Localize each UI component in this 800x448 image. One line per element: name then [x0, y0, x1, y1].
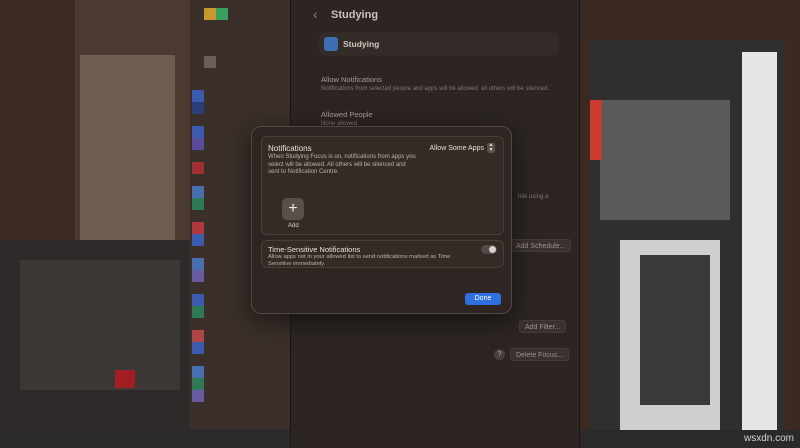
schedule-partial-text: hile using a	[518, 194, 549, 200]
window-header: ‹ Studying	[291, 0, 579, 30]
window-title: Studying	[331, 9, 379, 21]
delete-focus-button[interactable]: Delete Focus...	[510, 348, 570, 361]
notifications-description: When Studying Focus is on, notifications…	[268, 154, 416, 176]
bg-red-accent	[590, 100, 602, 160]
bg-pixel-column	[192, 90, 204, 402]
notifications-section: Notifications When Studying Focus is on,…	[261, 136, 504, 235]
allow-apps-select[interactable]: Allow Some Apps ▲ ▼	[427, 142, 497, 154]
book-icon	[324, 37, 338, 51]
bg-blur-patch	[640, 255, 710, 405]
plus-icon: +	[288, 200, 298, 217]
bg-blur-patch	[80, 55, 175, 240]
bg-red-accent	[115, 370, 135, 388]
add-app-label: Add	[288, 223, 299, 229]
bg-pixel-column	[204, 8, 216, 80]
focus-name-row[interactable]: Studying	[319, 32, 559, 56]
add-filter-button[interactable]: Add Filter...	[519, 320, 567, 333]
allowed-people-title[interactable]: Allowed People	[321, 110, 373, 119]
allow-apps-select-value: Allow Some Apps	[429, 144, 484, 152]
add-schedule-button[interactable]: Add Schedule...	[510, 239, 572, 252]
time-sensitive-section: Time-Sensitive Notifications Allow apps …	[261, 240, 504, 268]
time-sensitive-description: Allow apps not in your allowed list to s…	[268, 254, 451, 267]
allow-notifications-title: Allow Notifications	[321, 75, 382, 84]
watermark: wsxdn.com	[743, 433, 794, 444]
notifications-sheet: Notifications When Studying Focus is on,…	[251, 126, 512, 314]
time-sensitive-title: Time-Sensitive Notifications	[268, 245, 361, 254]
help-icon[interactable]: ?	[494, 349, 505, 360]
focus-name-label: Studying	[343, 39, 380, 49]
bg-blur-patch	[600, 100, 730, 220]
bg-pixel-column	[216, 8, 228, 32]
bg-blur-patch	[20, 260, 180, 390]
done-button[interactable]: Done	[465, 293, 501, 305]
up-down-chevrons-icon: ▲ ▼	[487, 142, 495, 153]
add-app-button[interactable]: +	[282, 198, 304, 220]
allow-notifications-description: Notifications from selected people and a…	[321, 86, 550, 92]
toggle-knob	[489, 246, 496, 253]
bg-blur-bright-strip	[742, 52, 777, 432]
notifications-title: Notifications	[268, 144, 312, 153]
time-sensitive-toggle[interactable]	[481, 245, 497, 254]
back-chevron-icon[interactable]: ‹	[313, 6, 318, 22]
